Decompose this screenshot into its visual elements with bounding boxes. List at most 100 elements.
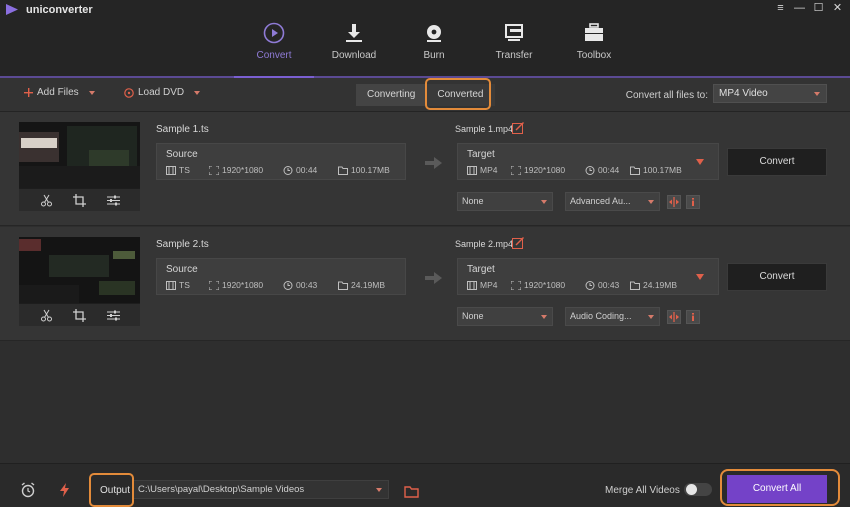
merge-split-button[interactable] — [667, 195, 681, 209]
target-info[interactable]: Target MP4 1920*1080 00:43 24.19MB — [457, 258, 719, 295]
source-format-value: TS — [179, 280, 190, 290]
chevron-down-icon — [194, 90, 201, 95]
target-file-name: Sample 1.mp4 — [455, 124, 514, 134]
audio-select[interactable]: Advanced Au... — [565, 192, 660, 211]
chevron-down-icon — [541, 315, 547, 319]
nav-burn[interactable]: Burn — [394, 0, 474, 78]
subtitle-select[interactable]: None — [457, 192, 553, 211]
chevron-down-icon — [541, 200, 547, 204]
close-icon[interactable]: ✕ — [831, 2, 844, 15]
info-button[interactable] — [686, 310, 700, 324]
highlight-output-label — [89, 473, 134, 507]
target-resolution-value: 1920*1080 — [524, 280, 566, 290]
source-size: 24.19MB — [338, 280, 385, 290]
source-format-value: TS — [179, 165, 190, 175]
main-nav: Convert Download Burn Transfer Toolbox — [234, 0, 634, 78]
source-duration: 00:44 — [283, 165, 317, 175]
highlight-convert-all-button — [720, 469, 840, 506]
load-dvd-label: Load DVD — [138, 87, 185, 98]
target-file-name: Sample 2.mp4 — [455, 239, 514, 249]
folder-icon — [338, 166, 348, 175]
add-files-button[interactable]: Add Files — [24, 87, 95, 98]
nav-label: Toolbox — [576, 50, 612, 61]
audio-value: Audio Coding... — [570, 311, 632, 321]
arrow-right-icon — [425, 157, 442, 169]
crop-icon[interactable] — [73, 308, 86, 322]
source-format: TS — [166, 280, 190, 290]
target-info[interactable]: Target MP4 1920*1080 00:44 100.17MB — [457, 143, 719, 180]
arrow-right-icon — [425, 272, 442, 284]
lightning-icon[interactable] — [57, 482, 73, 498]
nav-toolbox[interactable]: Toolbox — [554, 0, 634, 78]
nav-label: Download — [331, 50, 377, 61]
nav-transfer[interactable]: Transfer — [474, 0, 554, 78]
nav-download[interactable]: Download — [314, 0, 394, 78]
maximize-icon[interactable]: ☐ — [812, 2, 825, 15]
target-size: 100.17MB — [630, 165, 682, 175]
resolution-icon — [511, 280, 521, 290]
clock-icon — [283, 280, 293, 290]
chevron-down-icon[interactable] — [696, 274, 704, 280]
audio-select[interactable]: Audio Coding... — [565, 307, 660, 326]
target-resolution-value: 1920*1080 — [524, 165, 566, 175]
source-file-name: Sample 2.ts — [156, 239, 209, 250]
tab-converting[interactable]: Converting — [356, 84, 427, 106]
thumbnail-tools — [19, 304, 140, 326]
merge-all-toggle[interactable] — [684, 483, 712, 496]
load-dvd-button[interactable]: Load DVD — [124, 87, 201, 98]
minimize-icon[interactable]: — — [793, 2, 806, 15]
source-info: Source TS 1920*1080 00:43 24.19MB — [156, 258, 406, 295]
play-circle-icon — [263, 22, 285, 44]
clock-icon — [585, 280, 595, 290]
subtitle-select[interactable]: None — [457, 307, 553, 326]
film-icon — [166, 280, 176, 290]
resolution-icon — [511, 165, 521, 175]
alarm-clock-icon[interactable] — [20, 482, 36, 498]
convert-button[interactable]: Convert — [727, 263, 827, 291]
target-resolution: 1920*1080 — [511, 165, 565, 175]
app-logo-icon — [6, 4, 18, 15]
resolution-icon — [209, 280, 219, 290]
subtitle-value: None — [462, 311, 484, 321]
video-thumbnail[interactable] — [19, 237, 140, 326]
folder-icon — [338, 281, 348, 290]
chevron-down-icon[interactable] — [696, 159, 704, 165]
merge-split-button[interactable] — [667, 310, 681, 324]
video-thumbnail[interactable] — [19, 122, 140, 211]
film-icon — [166, 165, 176, 175]
adjust-icon[interactable] — [106, 309, 120, 322]
edit-icon[interactable] — [512, 122, 524, 134]
info-icon — [692, 198, 694, 206]
source-format: TS — [166, 165, 190, 175]
source-size-value: 24.19MB — [351, 280, 386, 290]
info-button[interactable] — [686, 195, 700, 209]
target-format: MP4 — [467, 165, 497, 175]
file-row: Sample 1.ts Source TS 1920*1080 00:44 10… — [0, 112, 850, 226]
scissors-icon[interactable] — [40, 309, 53, 322]
resolution-icon — [209, 165, 219, 175]
output-path-select[interactable]: C:\Users\payal\Desktop\Sample Videos — [133, 480, 389, 499]
nav-convert[interactable]: Convert — [234, 0, 314, 78]
toggle-knob — [686, 484, 697, 495]
scissors-icon[interactable] — [40, 194, 53, 207]
target-duration: 00:43 — [585, 280, 619, 290]
source-info: Source TS 1920*1080 00:44 100.17MB — [156, 143, 406, 180]
menu-icon[interactable]: ≡ — [774, 2, 787, 15]
info-icon — [692, 313, 694, 321]
edit-icon[interactable] — [512, 237, 524, 249]
adjust-icon[interactable] — [106, 194, 120, 207]
target-title: Target — [467, 149, 495, 160]
film-icon — [467, 165, 477, 175]
output-format-select[interactable]: MP4 Video — [713, 84, 827, 103]
disc-icon — [427, 25, 441, 42]
crop-icon[interactable] — [73, 193, 86, 207]
split-icon — [669, 197, 679, 207]
source-resolution-value: 1920*1080 — [222, 165, 264, 175]
plus-icon — [24, 88, 33, 97]
window-controls: ≡ — ☐ ✕ — [774, 2, 844, 15]
convert-button[interactable]: Convert — [727, 148, 827, 176]
open-folder-icon[interactable] — [404, 484, 420, 500]
target-resolution: 1920*1080 — [511, 280, 565, 290]
source-resolution: 1920*1080 — [209, 280, 263, 290]
subtitle-value: None — [462, 196, 484, 206]
